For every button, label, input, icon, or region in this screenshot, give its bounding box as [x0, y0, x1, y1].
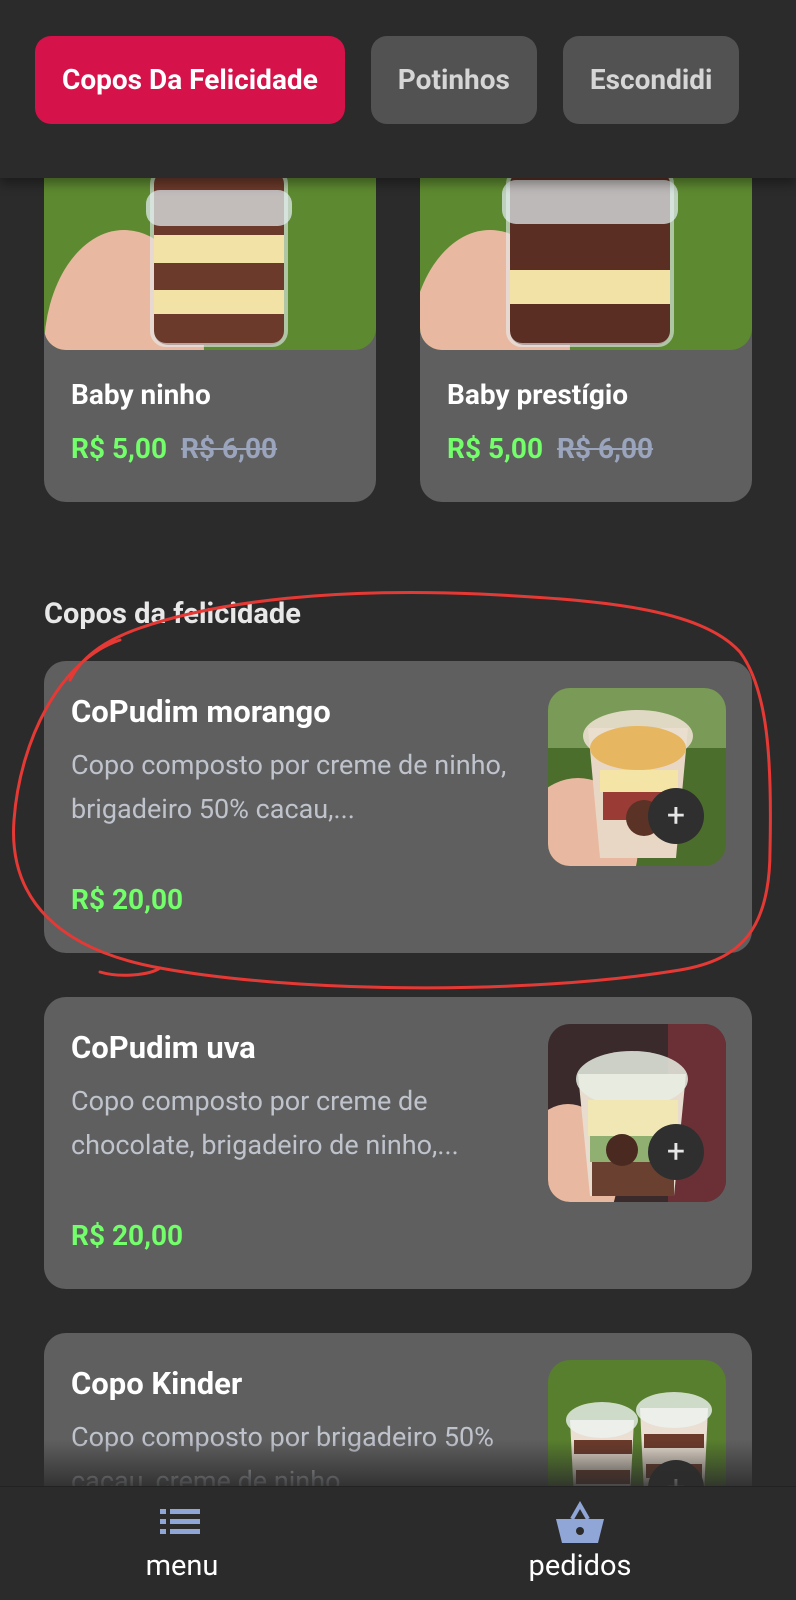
nav-menu-label: menu — [145, 1549, 219, 1583]
product-prices: R$ 5,00 R$ 6,00 — [71, 432, 277, 465]
bottom-navigation: menu pedidos — [0, 1486, 796, 1600]
category-tabs[interactable]: Copos Da Felicidade Potinhos Escondidi — [35, 36, 760, 126]
category-tab-bar: Copos Da Felicidade Potinhos Escondidi — [0, 0, 796, 178]
product-name: Baby ninho — [71, 378, 211, 411]
product-price: R$ 20,00 — [71, 1219, 184, 1252]
product-prices: R$ 5,00 R$ 6,00 — [447, 432, 653, 465]
product-image — [44, 150, 376, 350]
tab-copos-da-felicidade[interactable]: Copos Da Felicidade — [35, 36, 345, 124]
tab-escondidinhos[interactable]: Escondidi — [562, 36, 740, 124]
current-price: R$ 5,00 — [71, 432, 168, 465]
nav-orders[interactable]: pedidos — [480, 1487, 680, 1600]
product-description: Copo composto por creme de ninho, brigad… — [71, 749, 507, 825]
product-image: + — [548, 1024, 726, 1202]
product-card-copudim-morango[interactable]: CoPudim morango Copo composto por creme … — [44, 661, 752, 953]
product-description: Copo composto por creme de chocolate, br… — [71, 1085, 459, 1161]
old-price: R$ 6,00 — [181, 432, 278, 465]
product-price: R$ 20,00 — [71, 883, 184, 916]
product-name: CoPudim uva — [71, 1029, 256, 1066]
product-image — [420, 150, 752, 350]
current-price: R$ 5,00 — [447, 432, 544, 465]
section-title: Copos da felicidade — [44, 597, 301, 631]
product-name: Copo Kinder — [71, 1365, 243, 1402]
product-card-copudim-uva[interactable]: CoPudim uva Copo composto por creme de c… — [44, 997, 752, 1289]
add-to-cart-button[interactable]: + — [648, 1124, 704, 1180]
featured-products: Baby ninho R$ 5,00 R$ 6,00 Baby prestígio… — [44, 150, 752, 502]
tab-potinhos[interactable]: Potinhos — [370, 36, 537, 124]
add-to-cart-button[interactable]: + — [648, 788, 704, 844]
nav-menu[interactable]: menu — [82, 1487, 282, 1600]
scroll-fade — [0, 1440, 796, 1486]
nav-orders-label: pedidos — [528, 1549, 632, 1583]
product-name: Baby prestígio — [447, 378, 629, 411]
list-icon — [160, 1509, 200, 1534]
old-price: R$ 6,00 — [557, 432, 654, 465]
basket-icon — [556, 1501, 604, 1543]
product-name: CoPudim morango — [71, 693, 331, 730]
app-screen: Copos Da Felicidade Potinhos Escondidi B… — [0, 0, 796, 1600]
product-image: + — [548, 688, 726, 866]
featured-card-baby-prestigio[interactable]: Baby prestígio R$ 5,00 R$ 6,00 — [420, 150, 752, 502]
featured-card-baby-ninho[interactable]: Baby ninho R$ 5,00 R$ 6,00 — [44, 150, 376, 502]
